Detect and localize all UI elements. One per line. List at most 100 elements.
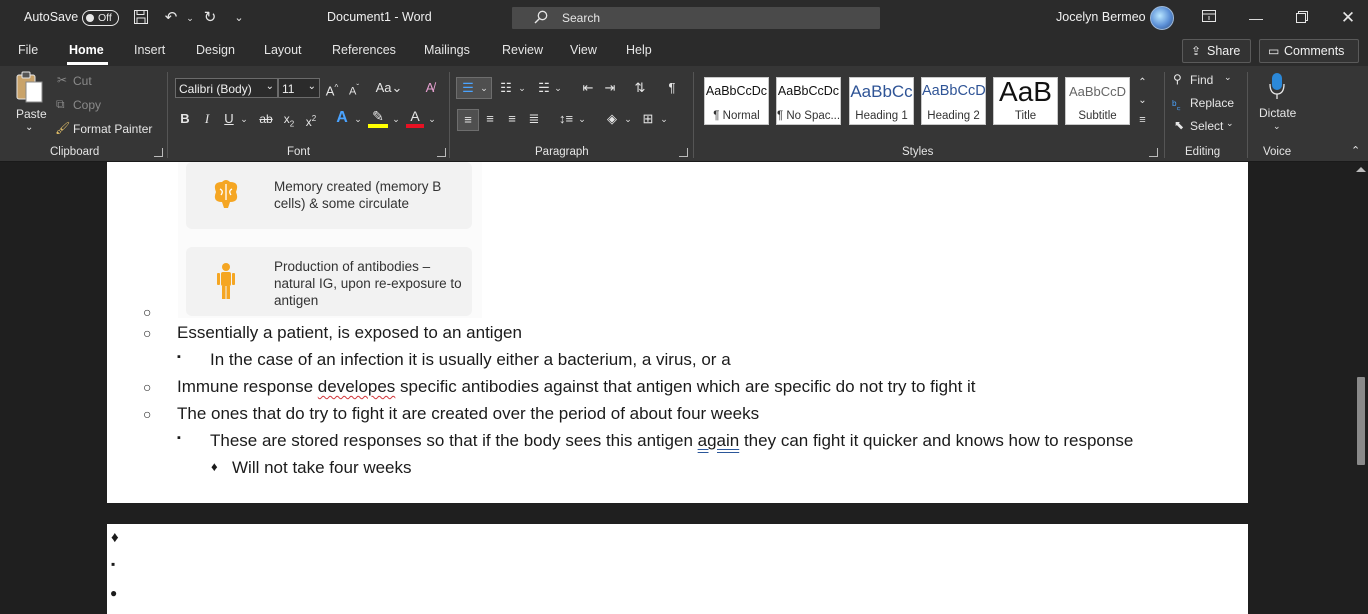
justify-icon[interactable]: ≣ [524, 109, 544, 129]
style-normal[interactable]: AaBbCcDc ¶ Normal [704, 77, 769, 125]
text-effects-icon[interactable]: A [332, 108, 352, 128]
multilevel-list-icon[interactable]: ☵ [534, 78, 554, 98]
style-subtitle[interactable]: AaBbCcD Subtitle [1065, 77, 1130, 125]
tab-help[interactable]: Help [626, 43, 652, 57]
paste-label[interactable]: Paste [16, 107, 47, 121]
cut-button[interactable]: Cut [73, 74, 92, 88]
chevron-up-icon[interactable]: ⌃ [1135, 73, 1150, 93]
minimize-icon[interactable]: — [1246, 8, 1266, 28]
paste-icon[interactable] [12, 70, 48, 106]
increase-indent-icon[interactable]: ⇥ [600, 78, 620, 98]
infographic-image[interactable]: Memory created (memory B cells) & some c… [178, 162, 482, 318]
underline-icon[interactable]: U [220, 109, 238, 129]
dictate-button[interactable]: Dictate [1259, 106, 1296, 120]
restore-icon[interactable] [1292, 8, 1312, 28]
italic-icon[interactable]: I [198, 109, 216, 129]
tab-file[interactable]: File [18, 43, 38, 57]
numbering-icon[interactable]: ☷ [496, 78, 516, 98]
find-button[interactable]: Find [1190, 73, 1213, 87]
customize-quick-access-icon[interactable]: ⌄ [230, 9, 248, 27]
document-page[interactable]: ♦ ▪ ● [107, 524, 1248, 614]
collapse-ribbon-icon[interactable]: ⌃ [1351, 144, 1360, 157]
show-formatting-marks-icon[interactable]: ¶ [662, 78, 682, 98]
chevron-down-icon[interactable]: ⌄ [1224, 72, 1232, 83]
list-item[interactable]: Immune response developes specific antib… [177, 377, 976, 397]
change-case-icon[interactable]: Aa⌄ [374, 78, 404, 98]
spelling-error[interactable]: developes [318, 377, 396, 396]
scrollbar-thumb[interactable] [1357, 377, 1365, 465]
replace-button[interactable]: Replace [1190, 96, 1234, 110]
tab-review[interactable]: Review [502, 43, 543, 57]
scroll-up-icon[interactable] [1356, 167, 1366, 172]
document-page[interactable]: Memory created (memory B cells) & some c… [107, 162, 1248, 503]
tab-design[interactable]: Design [196, 43, 235, 57]
list-item[interactable]: In the case of an infection it is usuall… [210, 350, 731, 370]
grow-font-icon[interactable]: A^ [322, 78, 342, 101]
strikethrough-icon[interactable]: ab [256, 109, 276, 129]
select-button[interactable]: Select [1190, 119, 1223, 133]
chevron-down-icon[interactable]: ⌄ [426, 109, 438, 129]
styles-launcher-icon[interactable] [1149, 148, 1158, 157]
save-icon[interactable] [132, 9, 150, 27]
font-launcher-icon[interactable] [437, 148, 446, 157]
paste-dropdown-icon[interactable]: ⌄ [25, 122, 33, 133]
borders-icon[interactable]: ⊞ [638, 109, 658, 129]
microphone-icon[interactable] [1268, 72, 1286, 100]
sort-icon[interactable]: ⇅ [630, 78, 650, 98]
chevron-down-icon[interactable]: ⌄ [1273, 121, 1281, 132]
vertical-scrollbar[interactable] [1354, 162, 1368, 614]
copy-button[interactable]: Copy [73, 98, 101, 112]
tab-mailings[interactable]: Mailings [424, 43, 470, 57]
list-item[interactable]: The ones that do try to fight it are cre… [177, 404, 759, 424]
search-box[interactable]: Search [512, 7, 880, 29]
tab-home[interactable]: Home [69, 43, 104, 57]
shading-icon[interactable]: ◈ [602, 109, 622, 129]
tab-insert[interactable]: Insert [134, 43, 165, 57]
list-item[interactable]: Essentially a patient, is exposed to an … [177, 323, 522, 343]
chevron-down-icon[interactable]: ⌄ [552, 78, 564, 98]
chevron-down-icon[interactable]: ⌄ [1135, 91, 1150, 111]
align-left-button[interactable]: ≡ [457, 109, 479, 131]
chevron-down-icon[interactable]: ⌄ [658, 109, 670, 129]
paragraph-launcher-icon[interactable] [679, 148, 688, 157]
autosave-toggle[interactable]: Off [82, 10, 119, 26]
list-item[interactable]: Will not take four weeks [232, 458, 412, 478]
align-right-icon[interactable]: ≡ [502, 109, 522, 129]
highlight-icon[interactable]: ✎ [368, 108, 388, 128]
font-size-select[interactable]: 11 ⌄ [278, 78, 320, 98]
chevron-down-icon[interactable]: ⌄ [576, 109, 588, 129]
clear-formatting-icon[interactable]: A̸ [420, 78, 440, 98]
grammar-suggestion[interactable]: again [698, 431, 740, 450]
list-item[interactable]: These are stored responses so that if th… [210, 431, 1133, 451]
chevron-down-icon[interactable]: ⌄ [622, 109, 634, 129]
share-button[interactable]: ⇪ Share [1182, 39, 1251, 63]
chevron-down-icon[interactable]: ⌄ [1226, 118, 1234, 129]
clipboard-launcher-icon[interactable] [154, 148, 163, 157]
tab-references[interactable]: References [332, 43, 396, 57]
decrease-indent-icon[interactable]: ⇤ [578, 78, 598, 98]
style-heading-1[interactable]: AaBbCc Heading 1 [849, 77, 914, 125]
comments-button[interactable]: ▭ Comments [1259, 39, 1359, 63]
styles-more-icon[interactable]: ≡ [1135, 110, 1150, 130]
style-heading-2[interactable]: AaBbCcD Heading 2 [921, 77, 986, 125]
superscript-icon[interactable]: x2 [302, 109, 320, 132]
tab-layout[interactable]: Layout [264, 43, 302, 57]
user-name[interactable]: Jocelyn Bermeo [1056, 10, 1146, 24]
line-spacing-icon[interactable]: ↕≡ [556, 109, 576, 129]
tab-view[interactable]: View [570, 43, 597, 57]
bullets-button[interactable]: ☰ ⌄ [456, 77, 492, 99]
close-icon[interactable]: ✕ [1338, 8, 1358, 28]
subscript-icon[interactable]: x2 [280, 109, 298, 134]
underline-dropdown-icon[interactable]: ⌄ [238, 109, 250, 129]
font-name-select[interactable]: Calibri (Body) ⌄ [175, 78, 278, 98]
chevron-down-icon[interactable]: ⌄ [390, 109, 402, 129]
avatar[interactable] [1150, 6, 1174, 30]
undo-dropdown-icon[interactable]: ⌄ [181, 9, 199, 27]
ribbon-display-options-icon[interactable] [1199, 8, 1219, 28]
chevron-down-icon[interactable]: ⌄ [516, 78, 528, 98]
style-title[interactable]: AaB Title [993, 76, 1058, 125]
font-color-icon[interactable]: A [406, 108, 424, 128]
undo-icon[interactable]: ↶ [162, 9, 180, 27]
chevron-down-icon[interactable]: ⌄ [352, 109, 364, 129]
bold-icon[interactable]: B [176, 109, 194, 129]
